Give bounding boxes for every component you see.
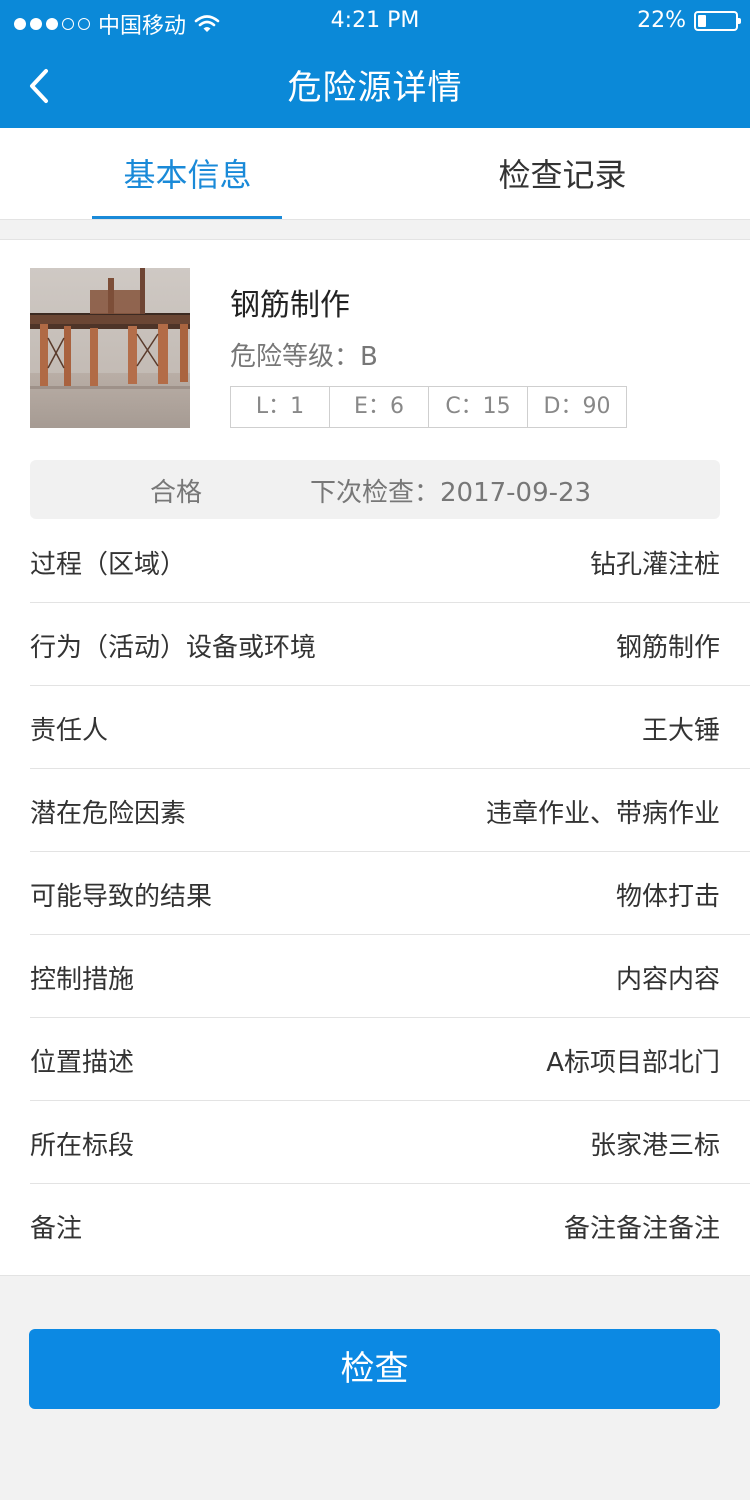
lecd-c: C：15 bbox=[429, 387, 528, 427]
hazard-name: 钢筋制作 bbox=[230, 288, 350, 323]
detail-value: A标项目部北门 bbox=[546, 1048, 720, 1078]
status-right: 22% bbox=[637, 8, 741, 33]
lecd-l: L：1 bbox=[231, 387, 330, 427]
detail-label: 备注 bbox=[30, 1214, 83, 1244]
battery-level bbox=[698, 14, 706, 27]
tab-basic-info[interactable]: 基本信息 bbox=[0, 128, 375, 219]
detail-value: 内容内容 bbox=[615, 965, 720, 995]
detail-label: 可能导致的结果 bbox=[30, 882, 213, 912]
hazard-photo[interactable] bbox=[30, 268, 190, 428]
inspection-status: 合格 bbox=[150, 478, 203, 508]
tab-bar: 基本信息 检查记录 bbox=[0, 128, 750, 220]
detail-value: 物体打击 bbox=[615, 882, 720, 912]
detail-value: 王大锤 bbox=[641, 716, 720, 746]
detail-label: 行为（活动）设备或环境 bbox=[30, 633, 317, 663]
detail-value: 钻孔灌注桩 bbox=[589, 550, 720, 580]
nav-bar: 危险源详情 bbox=[0, 44, 750, 128]
detail-value: 备注备注备注 bbox=[563, 1214, 720, 1244]
hazard-level: 危险等级：B bbox=[230, 342, 378, 372]
tab-inspection-records[interactable]: 检查记录 bbox=[375, 128, 750, 219]
detail-row-section: 所在标段 张家港三标 bbox=[30, 1101, 750, 1184]
detail-value: 违章作业、带病作业 bbox=[485, 799, 720, 829]
detail-label: 控制措施 bbox=[30, 965, 135, 995]
battery-icon bbox=[694, 10, 741, 31]
next-inspection-date: 下次检查：2017-09-23 bbox=[310, 478, 592, 508]
detail-row-responsible-person: 责任人 王大锤 bbox=[30, 686, 750, 769]
detail-row-potential-hazards: 潜在危险因素 违章作业、带病作业 bbox=[30, 769, 750, 852]
detail-row-control-measures: 控制措施 内容内容 bbox=[30, 935, 750, 1018]
detail-label: 责任人 bbox=[30, 716, 109, 746]
detail-label: 潜在危险因素 bbox=[30, 799, 187, 829]
top-bar: 中国移动 4:21 PM 22% 危险源详情 bbox=[0, 0, 750, 128]
lecd-d: D：90 bbox=[543, 394, 611, 419]
detail-row-activity: 行为（活动）设备或环境 钢筋制作 bbox=[30, 603, 750, 686]
detail-row-remarks: 备注 备注备注备注 bbox=[30, 1184, 750, 1267]
detail-label: 位置描述 bbox=[30, 1048, 135, 1078]
hazard-detail-card: 钢筋制作 危险等级：B L：1 E：6 C：15 D：90 合格 下次检查：20… bbox=[0, 239, 750, 1276]
check-button[interactable]: 检查 bbox=[29, 1329, 720, 1409]
lecd-scores: L：1 E：6 C：15 D：90 bbox=[230, 386, 627, 428]
detail-row-process-area: 过程（区域） 钻孔灌注桩 bbox=[30, 520, 750, 603]
page-title: 危险源详情 bbox=[287, 68, 463, 108]
status-bar: 中国移动 4:21 PM 22% bbox=[0, 0, 750, 44]
battery-cap bbox=[738, 17, 741, 24]
detail-label: 所在标段 bbox=[30, 1131, 135, 1161]
lecd-e: E：6 bbox=[330, 387, 429, 427]
detail-list: 过程（区域） 钻孔灌注桩 行为（活动）设备或环境 钢筋制作 责任人 王大锤 潜在… bbox=[30, 520, 750, 1267]
detail-label: 过程（区域） bbox=[30, 550, 187, 580]
detail-value: 钢筋制作 bbox=[615, 633, 720, 663]
detail-row-location: 位置描述 A标项目部北门 bbox=[30, 1018, 750, 1101]
inspection-summary: 合格 下次检查：2017-09-23 bbox=[30, 460, 720, 519]
active-tab-indicator bbox=[92, 216, 282, 219]
hazard-image bbox=[30, 268, 190, 428]
battery-percent: 22% bbox=[637, 8, 686, 33]
detail-row-possible-consequence: 可能导致的结果 物体打击 bbox=[30, 852, 750, 935]
detail-value: 张家港三标 bbox=[589, 1131, 720, 1161]
